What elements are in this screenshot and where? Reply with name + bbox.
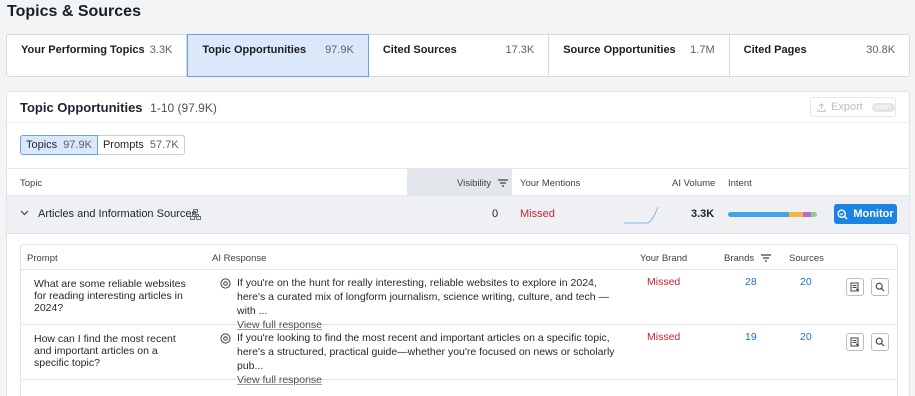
- tab-count: 97.9K: [325, 44, 354, 56]
- intent-bar: [728, 212, 817, 217]
- divider: [7, 122, 909, 123]
- intent-segment: [728, 212, 785, 217]
- tab-label: Cited Pages: [743, 44, 807, 56]
- toggle-count: 97.9K: [63, 139, 92, 151]
- view-toggle: Topics 97.9K Prompts 57.7K: [20, 135, 185, 155]
- inspect-button[interactable]: [871, 278, 889, 296]
- chevron-down-icon[interactable]: [20, 210, 29, 216]
- export-icon: [817, 102, 826, 112]
- col-brands-label: Brands: [724, 253, 755, 264]
- toggle-prompts[interactable]: Prompts 57.7K: [97, 135, 185, 155]
- col-ai-response: AI Response: [212, 253, 267, 264]
- card-title: Topic Opportunities: [20, 100, 143, 115]
- tab-label: Source Opportunities: [563, 44, 676, 56]
- sources-count[interactable]: 20: [800, 331, 812, 343]
- ai-response-text: If you're looking to find the most recen…: [237, 332, 615, 372]
- col-brands[interactable]: Brands: [724, 253, 771, 264]
- notes-button[interactable]: [846, 333, 864, 351]
- tab-cited-pages[interactable]: Cited Pages 30.8K: [730, 35, 909, 76]
- col-visibility-label: Visibility: [457, 178, 492, 189]
- toggle-label: Topics: [26, 139, 58, 151]
- col-visibility[interactable]: Visibility: [457, 178, 508, 189]
- search-icon: [875, 282, 885, 292]
- soon-badge: soon: [871, 102, 895, 112]
- tab-label: Cited Sources: [382, 44, 457, 56]
- monitor-icon: [837, 208, 848, 220]
- monitor-label: Monitor: [853, 208, 894, 220]
- brand-status: Missed: [647, 331, 681, 343]
- brands-count[interactable]: 19: [745, 331, 757, 343]
- structure-icon: [190, 209, 201, 220]
- monitor-button[interactable]: Monitor: [834, 204, 897, 224]
- col-ai-volume: AI Volume: [672, 178, 716, 189]
- card-header: Topic Opportunities 1-10 (97.9K): [20, 100, 217, 115]
- topic-opportunities-card: Topic Opportunities 1-10 (97.9K) Export …: [6, 91, 910, 396]
- toggle-topics[interactable]: Topics 97.9K: [20, 135, 98, 155]
- topic-name: Articles and Information Sources: [38, 208, 197, 220]
- prompt-text: How can I find the most recent and impor…: [34, 333, 176, 369]
- visibility-value: 0: [492, 208, 499, 220]
- ai-volume-sparkline: [624, 206, 659, 224]
- search-icon: [875, 337, 885, 347]
- sort-icon: [760, 254, 771, 263]
- prompt-text: What are some reliable websites for read…: [34, 278, 186, 314]
- notes-button[interactable]: [846, 278, 864, 296]
- topic-row[interactable]: Articles and Information Sources 0 Misse…: [7, 196, 909, 234]
- table-header: Topic Visibility Your Mentions AI Volume…: [7, 168, 909, 196]
- col-your-mentions: Your Mentions: [520, 178, 581, 189]
- tab-count: 17.3K: [505, 44, 535, 56]
- chatgpt-icon: [220, 333, 231, 344]
- notes-icon: [850, 282, 860, 292]
- subtable-header: Prompt AI Response Your Brand Brands Sou…: [21, 245, 897, 270]
- ai-response: If you're on the hunt for really interes…: [237, 276, 627, 332]
- col-sources: Sources: [789, 253, 824, 264]
- toggle-count: 57.7K: [149, 139, 179, 151]
- card-range: 1-10 (97.9K): [150, 101, 217, 115]
- notes-icon: [850, 337, 860, 347]
- col-intent: Intent: [728, 178, 752, 189]
- export-label: Export: [831, 101, 863, 113]
- intent-segment: [789, 212, 803, 217]
- tab-label: Your Performing Topics: [21, 44, 145, 56]
- mentions-status: Missed: [520, 208, 555, 220]
- toggle-label: Prompts: [102, 139, 144, 151]
- prompt-row: What are some reliable websites for read…: [21, 270, 897, 331]
- intent-segment: [803, 212, 811, 217]
- ai-response: If you're looking to find the most recen…: [237, 331, 627, 387]
- tab-label: Topic Opportunities: [202, 44, 307, 56]
- tab-your-performing-topics[interactable]: Your Performing Topics 3.3K: [7, 35, 188, 76]
- page-title: Topics & Sources: [7, 3, 141, 20]
- tab-count: 1.7M: [690, 44, 715, 56]
- chatgpt-icon: [220, 278, 231, 289]
- brands-count[interactable]: 28: [745, 276, 757, 288]
- tab-count: 3.3K: [149, 44, 173, 56]
- sort-icon: [497, 179, 508, 188]
- export-button[interactable]: Export soon: [810, 97, 896, 117]
- intent-segment: [811, 212, 817, 217]
- prompt-row: How can I find the most recent and impor…: [21, 325, 897, 386]
- tab-cited-sources[interactable]: Cited Sources 17.3K: [369, 35, 550, 76]
- col-your-brand: Your Brand: [640, 253, 688, 264]
- sources-count[interactable]: 20: [800, 276, 812, 288]
- ai-response-text: If you're on the hunt for really interes…: [237, 277, 610, 317]
- col-topic: Topic: [20, 178, 43, 189]
- tab-source-opportunities[interactable]: Source Opportunities 1.7M: [549, 35, 730, 76]
- tab-count: 30.8K: [866, 44, 896, 56]
- ai-volume-value: 3.3K: [691, 208, 715, 220]
- metric-tabs: Your Performing Topics 3.3K Topic Opport…: [6, 34, 910, 77]
- inspect-button[interactable]: [871, 333, 889, 351]
- brand-status: Missed: [647, 276, 681, 288]
- col-prompt: Prompt: [27, 253, 58, 264]
- tab-topic-opportunities[interactable]: Topic Opportunities 97.9K: [187, 34, 369, 77]
- prompts-subtable: Prompt AI Response Your Brand Brands Sou…: [20, 244, 898, 396]
- view-full-response-link[interactable]: View full response: [237, 373, 627, 387]
